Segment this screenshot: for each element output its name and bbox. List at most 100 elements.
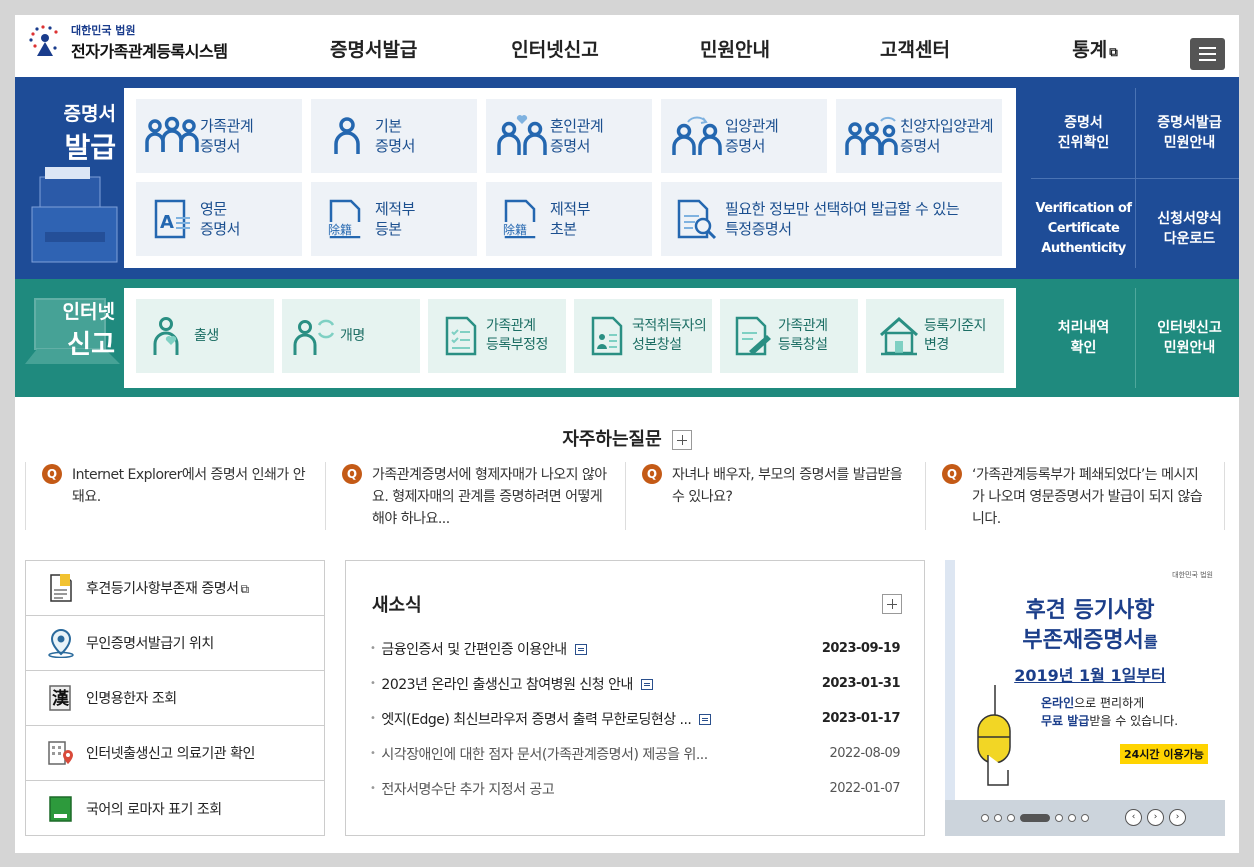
hamburger-menu-button[interactable] xyxy=(1190,38,1225,70)
report-title-line2: 신고 xyxy=(67,330,115,360)
slide-dot[interactable] xyxy=(981,814,989,822)
card-label-line2: 등록부정정 xyxy=(486,337,548,353)
name-change-card[interactable]: 개명 xyxy=(282,299,420,373)
quick-link-romanization[interactable]: 국어의 로마자 표기 조회 xyxy=(26,781,324,836)
svg-text:A: A xyxy=(160,212,174,233)
nav-civil-guide[interactable]: 민원안내 xyxy=(645,15,825,77)
quick-link-label: 무인증명서발급기 위치 xyxy=(86,636,214,652)
marriage-cert-card[interactable]: 혼인관계 증명서 xyxy=(486,99,652,173)
registration-base-change-card[interactable]: 등록기준지 변경 xyxy=(866,299,1004,373)
specific-cert-card[interactable]: 필요한 정보만 선택하여 발급할 수 있는 특정증명서 xyxy=(661,182,1002,256)
faq-item[interactable]: Q Internet Explorer에서 증명서 인쇄가 안돼요. xyxy=(25,462,325,530)
svg-text:漢: 漢 xyxy=(52,688,70,709)
next-slide-icon[interactable]: › xyxy=(1169,809,1186,826)
issuance-card-panel: 가족관계 증명서 기본 증명서 혼인관계 증명서 입양관계 증명서 친양자입양관… xyxy=(124,88,1016,268)
card-label-line1: 국적취득자의 xyxy=(632,318,707,334)
slide-indicators xyxy=(981,814,1094,822)
couple-heart-icon xyxy=(494,113,550,159)
nav-statistics[interactable]: 통계 ⧉ xyxy=(1005,15,1185,77)
birth-report-card[interactable]: 출생 xyxy=(136,299,274,373)
pause-slide-icon[interactable]: › xyxy=(1147,809,1164,826)
birth-icon xyxy=(144,313,194,359)
removed-register-abstract-card[interactable]: 除籍 제적부 초본 xyxy=(486,182,652,256)
quick-link-guardianship-cert[interactable]: 후견등기사항부존재 증명서 ⧉ xyxy=(26,561,324,616)
document-icon xyxy=(574,644,587,655)
slide-dot[interactable] xyxy=(1068,814,1076,822)
news-more-button[interactable] xyxy=(882,594,902,614)
card-label-line2: 성본창설 xyxy=(632,337,682,353)
application-form-download-link[interactable]: 신청서양식 다운로드 xyxy=(1137,180,1239,278)
register-creation-card[interactable]: 가족관계 등록창설 xyxy=(720,299,858,373)
processing-history-link[interactable]: 처리내역확인 xyxy=(1031,288,1136,388)
prev-slide-icon[interactable]: ‹ xyxy=(1125,809,1142,826)
report-civil-guide-link[interactable]: 인터넷신고 민원안내 xyxy=(1137,288,1239,388)
nav-statistics-label: 통계 xyxy=(1072,39,1108,61)
full-adoption-cert-card[interactable]: 친양자입양관계 증명서 xyxy=(836,99,1002,173)
nav-customer-center[interactable]: 고객센터 xyxy=(825,15,1005,77)
card-label-line1: 개명 xyxy=(340,327,365,344)
hamburger-icon-bar xyxy=(1199,53,1216,55)
quick-link-hanja-lookup[interactable]: 漢 인명용한자 조회 xyxy=(26,671,324,726)
divider xyxy=(1135,288,1136,388)
slide-dot-active[interactable] xyxy=(1020,814,1050,822)
id-doc-icon xyxy=(582,313,632,359)
side-link-line1: 처리내역 xyxy=(1057,320,1110,336)
nav-certificate-issuance[interactable]: 증명서발급 xyxy=(285,15,465,77)
family-relation-cert-card[interactable]: 가족관계 증명서 xyxy=(136,99,302,173)
adoption-icon xyxy=(669,113,725,159)
certificate-doc-icon xyxy=(46,573,76,603)
quick-link-kiosk-location[interactable]: 무인증명서발급기 위치 xyxy=(26,616,324,671)
register-correction-card[interactable]: 가족관계 등록부정정 xyxy=(428,299,566,373)
svg-text:除籍: 除籍 xyxy=(503,222,527,237)
naturalized-surname-card[interactable]: 국적취득자의성본창설 xyxy=(574,299,712,373)
site-logo[interactable]: 대한민국 법원 전자가족관계등록시스템 xyxy=(25,22,228,62)
card-label-line2: 증명서 xyxy=(200,220,240,238)
slide-dot[interactable] xyxy=(994,814,1002,822)
cert-authenticity-check-link[interactable]: 증명서 진위확인 xyxy=(1031,88,1136,178)
banner-24h-badge: 24시간 이용가능 xyxy=(1120,744,1208,764)
faq-title: 자주하는질문 xyxy=(562,429,662,450)
news-item[interactable]: • 시각장애인에 대한 점자 문서(가족관계증명서) 제공을 위... 2022… xyxy=(370,736,900,771)
bullet-icon: • xyxy=(370,713,376,724)
quick-link-label: 후견등기사항부존재 증명서 xyxy=(86,581,239,597)
card-label-line1: 입양관계 xyxy=(725,117,779,135)
quick-link-label: 인터넷출생신고 의료기관 확인 xyxy=(86,746,255,762)
faq-item[interactable]: Q ‘가족관계등록부가 폐쇄되었다’는 메시지가 나오며 영문증명서가 발급이 … xyxy=(925,462,1225,530)
banner-line4-text: 으로 편리하게 xyxy=(1074,696,1145,710)
issuance-civil-guide-link[interactable]: 증명서발급 민원안내 xyxy=(1137,88,1239,178)
removed-register-copy-card[interactable]: 除籍 제적부 등본 xyxy=(311,182,477,256)
faq-item[interactable]: Q 가족관계증명서에 형제자매가 나오지 않아요. 형제자매의 관계를 증명하려… xyxy=(325,462,625,530)
family-adoption-icon xyxy=(844,113,900,159)
faq-more-button[interactable] xyxy=(671,430,692,450)
news-item[interactable]: • 전자서명수단 추가 지정서 공고 2022-01-07 xyxy=(370,771,900,806)
news-list: • 금융인증서 및 간편인증 이용안내 2023-09-19 • 2023년 온… xyxy=(370,631,901,806)
quick-link-hospital-check[interactable]: 인터넷출생신고 의료기관 확인 xyxy=(26,726,324,781)
side-link-line1: 인터넷신고 xyxy=(1157,320,1222,336)
banner-date-line: 2019년 1월 1일부터 xyxy=(1014,666,1166,685)
news-item[interactable]: • 2023년 온라인 출생신고 참여병원 신청 안내 2023-01-31 xyxy=(370,666,901,701)
adoption-cert-card[interactable]: 입양관계 증명서 xyxy=(661,99,827,173)
news-item[interactable]: • 엣지(Edge) 최신브라우저 증명서 출력 무한로딩현상 ... 2023… xyxy=(370,701,901,736)
checklist-icon xyxy=(436,313,486,359)
header: 대한민국 법원 전자가족관계등록시스템 증명서발급 인터넷신고 민원안내 고객센… xyxy=(15,15,1239,77)
news-item-title: 엣지(Edge) 최신브라우저 증명서 출력 무한로딩현상 ... xyxy=(381,711,692,728)
card-label-line1: 출생 xyxy=(194,327,219,344)
faq-question-text: ‘가족관계등록부가 폐쇄되었다’는 메시지가 나오며 영문증명서가 발급이 되지… xyxy=(972,467,1203,527)
faq-item[interactable]: Q 자녀나 배우자, 부모의 증명서를 발급받을 수 있나요? xyxy=(625,462,925,530)
promo-banner[interactable]: 대한민국 법원 후견 등기사항 부존재증명서를 2019년 1월 1일부터 온라… xyxy=(945,560,1225,836)
bullet-icon: • xyxy=(370,748,376,759)
hanja-book-icon: 漢 xyxy=(46,683,76,713)
house-icon xyxy=(874,313,924,359)
slide-dot[interactable] xyxy=(1055,814,1063,822)
english-cert-card[interactable]: A 영문 증명서 xyxy=(136,182,302,256)
verification-authenticity-link[interactable]: Verification of Certificate Authenticity xyxy=(1031,180,1136,278)
slide-dot[interactable] xyxy=(1007,814,1015,822)
card-label-line2: 증명서 xyxy=(375,137,415,155)
slide-nav: ‹ › › xyxy=(1125,809,1191,826)
nav-internet-report[interactable]: 인터넷신고 xyxy=(465,15,645,77)
basic-cert-card[interactable]: 기본 증명서 xyxy=(311,99,477,173)
side-link-line2: 확인 xyxy=(1070,340,1097,356)
news-item[interactable]: • 금융인증서 및 간편인증 이용안내 2023-09-19 xyxy=(370,631,901,666)
slide-dot[interactable] xyxy=(1081,814,1089,822)
card-label-line1: 필요한 정보만 선택하여 발급할 수 있는 xyxy=(725,200,960,218)
